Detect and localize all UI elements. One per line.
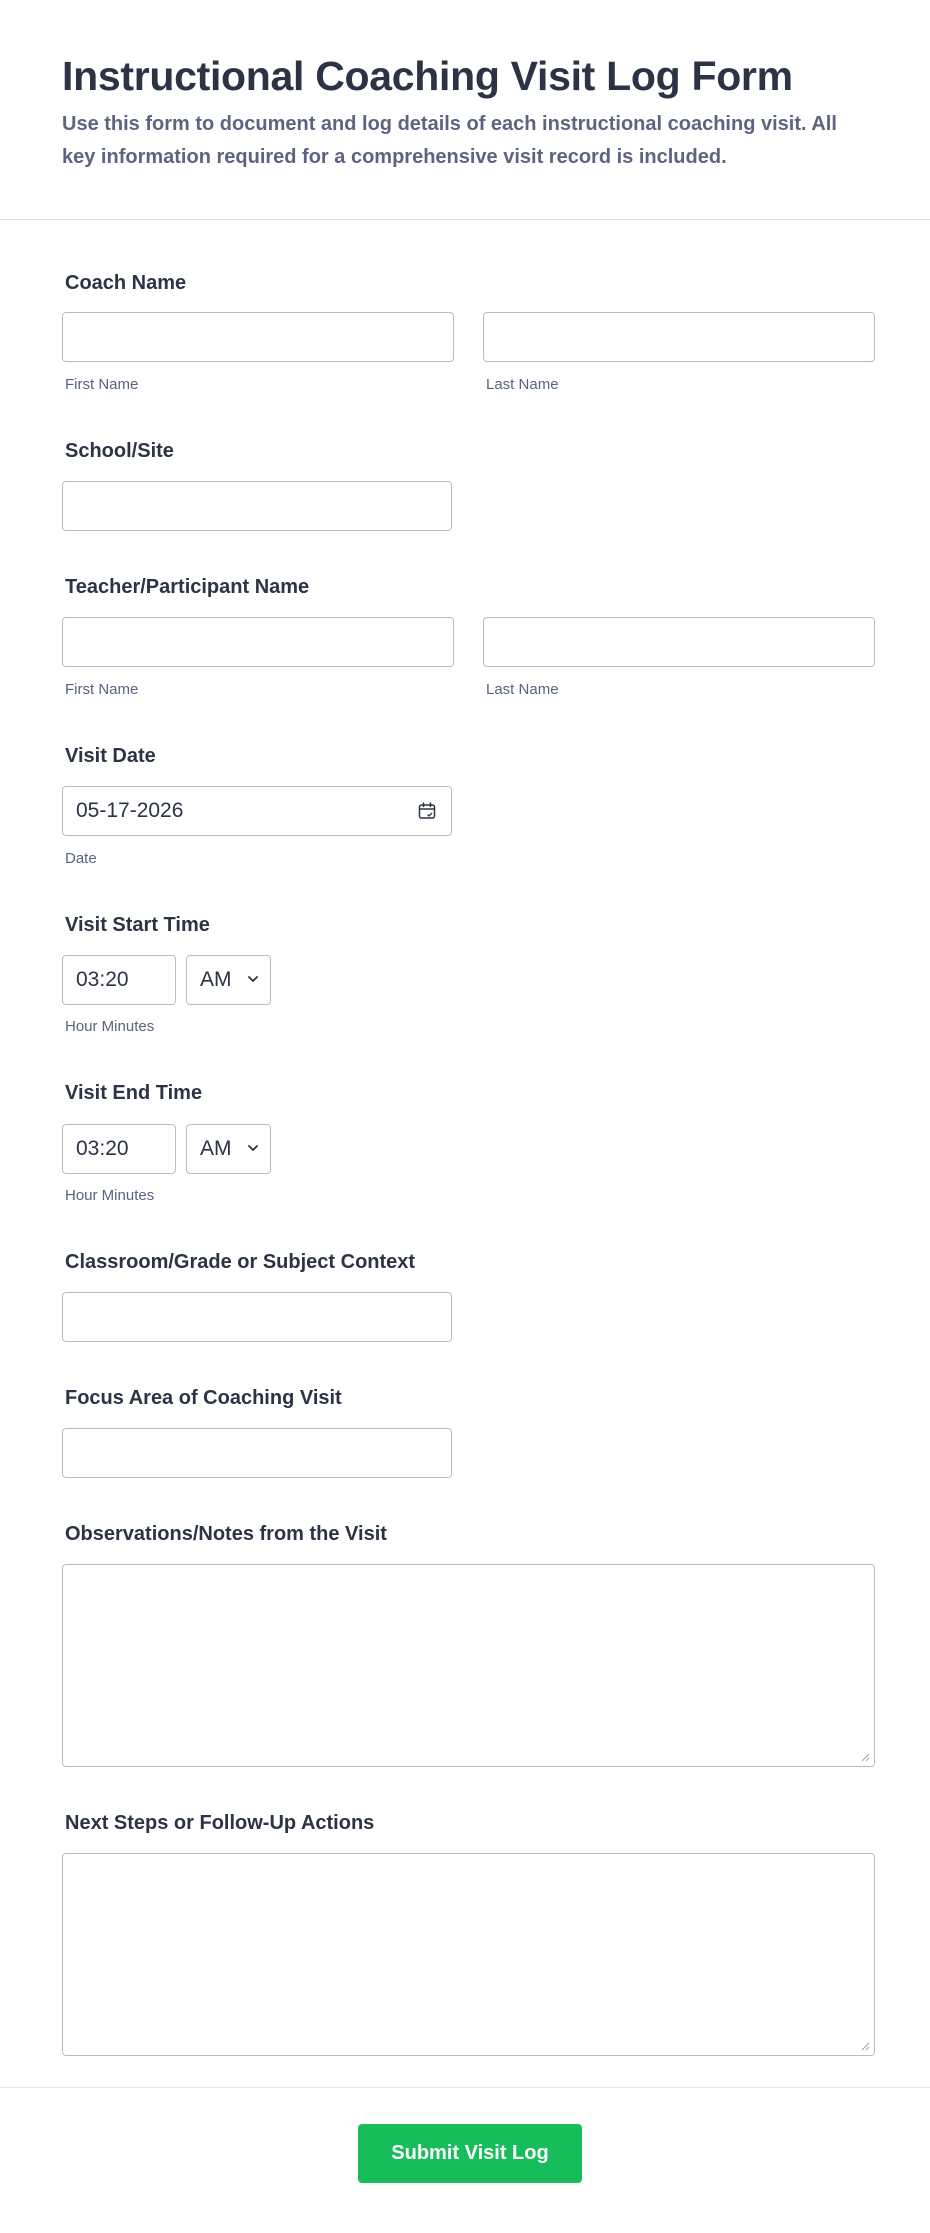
start-ampm-value: AM bbox=[200, 968, 232, 991]
chevron-down-icon bbox=[248, 1145, 258, 1151]
header-divider bbox=[0, 219, 930, 220]
end-ampm-value: AM bbox=[200, 1137, 232, 1160]
visit-date-label: Visit Date bbox=[65, 745, 156, 767]
teacher-last-name-sublabel: Last Name bbox=[486, 681, 559, 698]
coach-last-name-sublabel: Last Name bbox=[486, 376, 559, 393]
end-time-sublabel: Hour Minutes bbox=[65, 1187, 155, 1204]
teacher-last-name-input[interactable] bbox=[483, 617, 875, 667]
start-ampm-select[interactable]: AM bbox=[186, 955, 271, 1005]
observations-label: Observations/Notes from the Visit bbox=[65, 1523, 387, 1545]
coach-first-name-input[interactable] bbox=[62, 312, 454, 362]
focus-area-input[interactable] bbox=[62, 1428, 452, 1478]
next-steps-textarea[interactable] bbox=[62, 1853, 875, 2056]
coach-last-name-input[interactable] bbox=[483, 312, 875, 362]
observations-textarea[interactable] bbox=[62, 1564, 875, 1767]
form-header: Instructional Coaching Visit Log Form Us… bbox=[62, 50, 862, 174]
coach-name-label: Coach Name bbox=[65, 272, 187, 294]
start-time-input[interactable]: 03:20 bbox=[62, 955, 176, 1005]
coach-first-name-sublabel: First Name bbox=[65, 376, 139, 393]
end-time-value: 03:20 bbox=[76, 1137, 129, 1160]
teacher-first-name-input[interactable] bbox=[62, 617, 454, 667]
school-site-input[interactable] bbox=[62, 481, 452, 531]
end-time-input[interactable]: 03:20 bbox=[62, 1124, 176, 1174]
start-time-value: 03:20 bbox=[76, 968, 129, 991]
classroom-context-input[interactable] bbox=[62, 1292, 452, 1342]
chevron-down-icon bbox=[248, 976, 258, 982]
submit-button[interactable]: Submit Visit Log bbox=[358, 2124, 582, 2183]
form-title: Instructional Coaching Visit Log Form bbox=[62, 53, 793, 99]
footer-divider bbox=[0, 2087, 930, 2088]
calendar-icon[interactable] bbox=[417, 801, 437, 821]
start-time-label: Visit Start Time bbox=[65, 914, 210, 936]
start-time-sublabel: Hour Minutes bbox=[65, 1018, 155, 1035]
next-steps-label: Next Steps or Follow-Up Actions bbox=[65, 1812, 375, 1834]
teacher-name-label: Teacher/Participant Name bbox=[65, 576, 310, 598]
visit-date-sublabel: Date bbox=[65, 850, 97, 867]
resize-handle-icon[interactable] bbox=[860, 2041, 870, 2051]
school-site-label: School/Site bbox=[65, 440, 174, 462]
end-time-label: Visit End Time bbox=[65, 1082, 203, 1104]
visit-date-value: 05-17-2026 bbox=[76, 799, 184, 822]
end-ampm-select[interactable]: AM bbox=[186, 1124, 271, 1174]
teacher-first-name-sublabel: First Name bbox=[65, 681, 139, 698]
focus-area-label: Focus Area of Coaching Visit bbox=[65, 1387, 342, 1409]
visit-date-input[interactable]: 05-17-2026 bbox=[62, 786, 452, 836]
form-description: Use this form to document and log detail… bbox=[62, 113, 837, 168]
classroom-context-label: Classroom/Grade or Subject Context bbox=[65, 1251, 416, 1273]
resize-handle-icon[interactable] bbox=[860, 1752, 870, 1762]
